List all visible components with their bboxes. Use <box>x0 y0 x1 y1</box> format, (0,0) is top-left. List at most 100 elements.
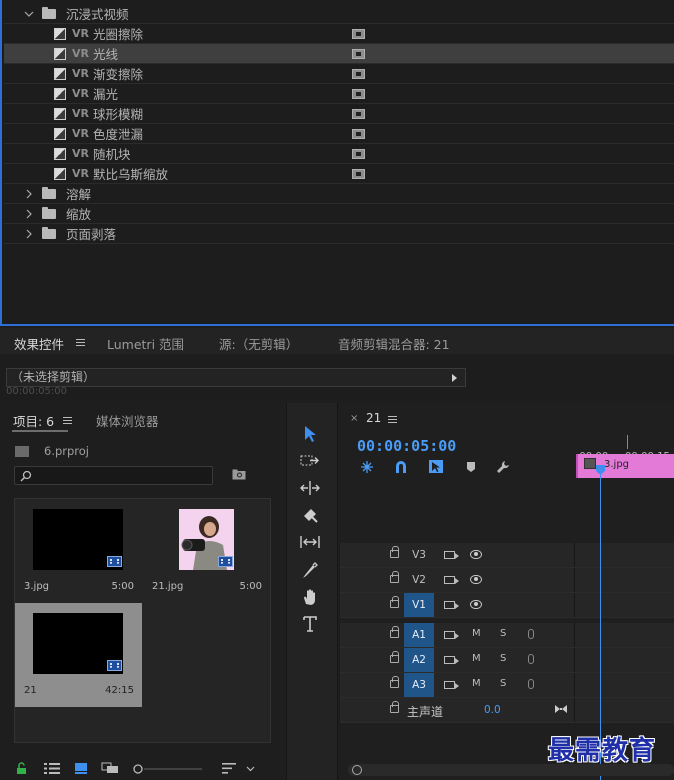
freeform-view-icon[interactable] <box>101 762 119 774</box>
ripple-edit-tool[interactable] <box>298 477 322 499</box>
master-volume-value[interactable]: 0.0 <box>484 704 501 716</box>
tab-audio-clip-mixer[interactable]: 音频剪辑混合器: 21 <box>338 334 450 353</box>
track-a1[interactable]: A1 M S <box>340 623 674 648</box>
track-v3[interactable]: V3 <box>340 543 674 568</box>
sync-lock-camera-icon[interactable] <box>444 551 459 559</box>
track-target-a3[interactable]: A3 <box>404 673 434 697</box>
chevron-right-icon[interactable] <box>24 229 34 239</box>
folder-page-peel[interactable]: 页面剥落 <box>4 224 674 244</box>
chevron-down-icon[interactable] <box>246 766 255 772</box>
lock-icon[interactable] <box>390 571 399 583</box>
close-tab-icon[interactable]: × <box>350 413 358 424</box>
project-item-3jpg[interactable]: 3.jpg 5:00 <box>15 499 142 603</box>
eye-icon[interactable] <box>470 575 482 584</box>
timeline-settings-wrench-icon[interactable] <box>496 460 510 474</box>
lock-icon[interactable] <box>390 701 399 713</box>
track-a2[interactable]: A2 M S <box>340 648 674 673</box>
eye-icon[interactable] <box>470 550 482 559</box>
track-target-a2[interactable]: A2 <box>404 648 434 672</box>
chevron-right-icon[interactable] <box>24 189 34 199</box>
panel-menu-icon[interactable] <box>76 339 85 346</box>
folder-dissolve[interactable]: 溶解 <box>4 184 674 204</box>
lock-icon[interactable] <box>390 626 399 638</box>
snap-magnet-icon[interactable] <box>394 460 408 474</box>
microphone-icon[interactable] <box>528 654 534 664</box>
folder-immersive-video[interactable]: 沉浸式视频 <box>4 4 674 24</box>
mute-button[interactable]: M <box>472 628 481 639</box>
track-a3[interactable]: A3 M S <box>340 673 674 698</box>
sync-lock-camera-icon[interactable] <box>444 601 459 609</box>
folder-zoom[interactable]: 缩放 <box>4 204 674 224</box>
linked-selection-icon[interactable] <box>428 459 444 474</box>
microphone-icon[interactable] <box>528 679 534 689</box>
scroll-handle[interactable] <box>352 765 362 775</box>
tab-sequence[interactable]: 21 <box>366 411 381 425</box>
solo-button[interactable]: S <box>500 653 506 664</box>
add-marker-icon[interactable] <box>466 461 476 473</box>
track-label[interactable]: V3 <box>404 543 434 567</box>
slip-tool[interactable] <box>298 531 322 553</box>
mute-button[interactable]: M <box>472 678 481 689</box>
type-tool[interactable] <box>298 613 322 635</box>
tab-effect-controls[interactable]: 效果控件 <box>14 334 65 358</box>
track-target-v1[interactable]: V1 <box>404 593 434 617</box>
sort-icons-icon[interactable] <box>222 763 236 774</box>
gpu-accelerated-icon <box>352 89 365 99</box>
lock-icon[interactable] <box>390 546 399 558</box>
microphone-icon[interactable] <box>528 629 534 639</box>
zoom-slider[interactable] <box>132 764 204 774</box>
pen-tool[interactable] <box>298 559 322 581</box>
sync-lock-icon[interactable] <box>444 656 459 664</box>
lock-icon[interactable] <box>16 762 27 775</box>
chevron-right-icon[interactable] <box>24 209 34 219</box>
sync-lock-icon[interactable] <box>444 681 459 689</box>
effect-item[interactable]: VR 光圈擦除 <box>4 24 674 44</box>
clip-select-dropdown[interactable]: （未选择剪辑） <box>6 368 466 387</box>
playhead-timecode[interactable]: 00:00:05:00 <box>357 437 456 455</box>
lock-icon[interactable] <box>390 676 399 688</box>
ruler-tick <box>627 435 628 449</box>
sync-lock-icon[interactable] <box>444 631 459 639</box>
list-view-icon[interactable] <box>44 763 60 774</box>
lock-icon[interactable] <box>390 651 399 663</box>
effect-controls-tab-strip: 效果控件 Lumetri 范围 源:（无剪辑） 音频剪辑混合器: 21 <box>0 328 674 358</box>
track-v1[interactable]: V1 <box>340 593 674 618</box>
track-label[interactable]: V2 <box>404 568 434 592</box>
project-item-sequence-21[interactable]: 21 42:15 <box>15 603 142 707</box>
tab-lumetri-scopes[interactable]: Lumetri 范围 <box>107 334 184 353</box>
effect-item[interactable]: VR 随机块 <box>4 144 674 164</box>
tab-project[interactable]: 项目: 6 <box>13 411 54 430</box>
eye-icon[interactable] <box>470 600 482 609</box>
effect-item[interactable]: VR 漏光 <box>4 84 674 104</box>
project-item-21jpg[interactable]: 21.jpg 5:00 <box>143 499 270 603</box>
panel-menu-icon[interactable] <box>388 416 397 423</box>
search-input[interactable] <box>14 466 213 485</box>
tab-source[interactable]: 源:（无剪辑） <box>219 334 298 353</box>
new-search-bin-icon[interactable] <box>232 469 246 480</box>
effect-item-selected[interactable]: VR 光线 <box>4 44 674 64</box>
icon-view-icon[interactable] <box>74 762 88 774</box>
transition-icon <box>54 167 66 180</box>
effect-item[interactable]: VR 默比乌斯缩放 <box>4 164 674 184</box>
effect-item[interactable]: VR 色度泄漏 <box>4 124 674 144</box>
go-to-in-out-icon[interactable] <box>554 704 568 714</box>
sync-lock-camera-icon[interactable] <box>444 576 459 584</box>
tab-media-browser[interactable]: 媒体浏览器 <box>96 411 159 430</box>
nest-toggle-icon[interactable] <box>360 460 374 474</box>
chevron-down-icon[interactable] <box>24 9 34 19</box>
lock-icon[interactable] <box>390 596 399 608</box>
effect-item[interactable]: VR 渐变擦除 <box>4 64 674 84</box>
selection-tool[interactable] <box>298 423 322 445</box>
play-triangle-icon[interactable] <box>452 374 457 382</box>
track-select-tool[interactable] <box>298 450 322 472</box>
hand-tool[interactable] <box>298 586 322 608</box>
track-target-a1[interactable]: A1 <box>404 623 434 647</box>
panel-menu-icon[interactable] <box>63 417 72 424</box>
solo-button[interactable]: S <box>500 678 506 689</box>
solo-button[interactable]: S <box>500 628 506 639</box>
track-v2[interactable]: V2 <box>340 568 674 593</box>
mute-button[interactable]: M <box>472 653 481 664</box>
track-master[interactable]: 主声道 0.0 <box>340 698 674 723</box>
razor-tool[interactable] <box>298 504 322 526</box>
effect-item[interactable]: VR 球形模糊 <box>4 104 674 124</box>
